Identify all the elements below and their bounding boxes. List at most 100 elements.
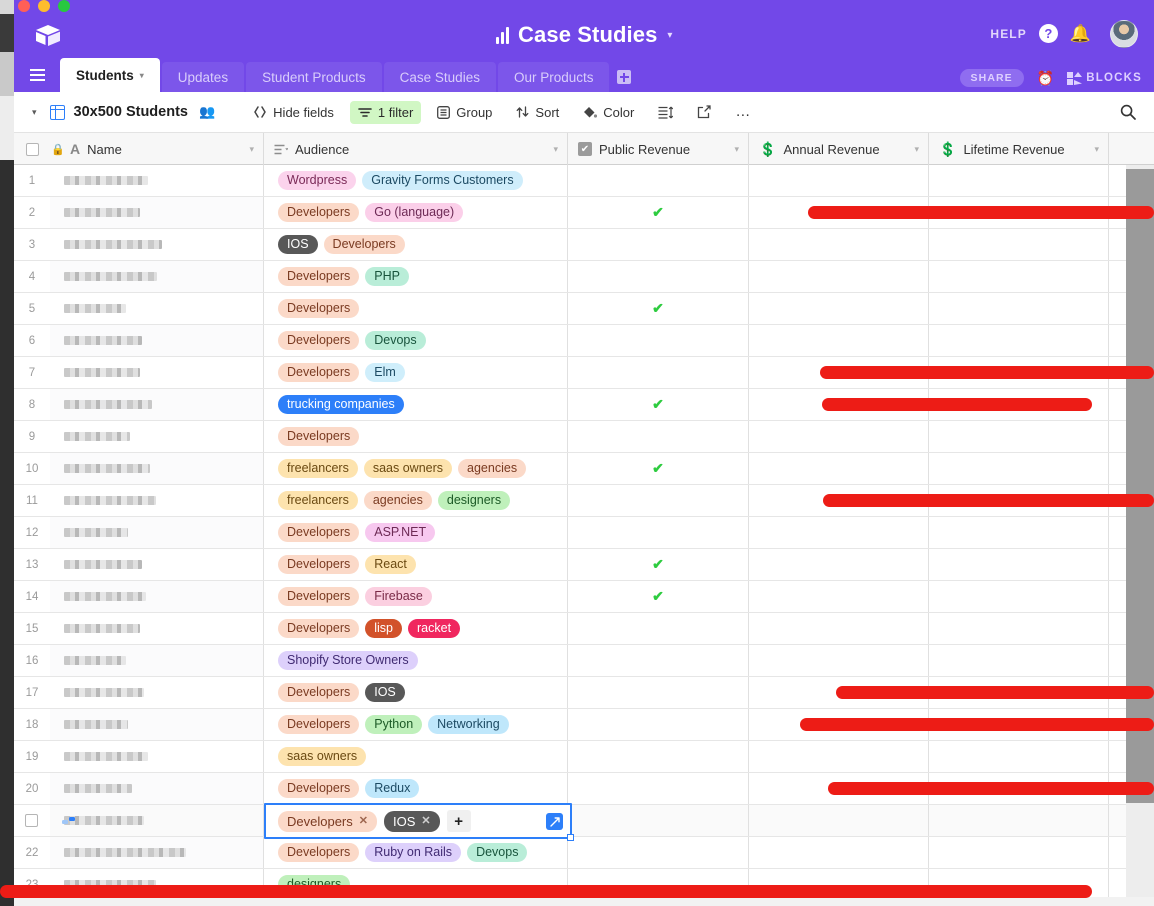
history-clock-icon[interactable]: ⏰	[1037, 70, 1054, 87]
cell-audience[interactable]: Developers IOS	[264, 677, 568, 708]
base-title[interactable]: Case Studies ▾	[14, 22, 1154, 48]
cell-name[interactable]	[50, 421, 264, 452]
cell-lifetime-revenue[interactable]	[929, 293, 1109, 324]
cell-public-revenue[interactable]: ✔	[568, 389, 749, 420]
cell-name[interactable]	[50, 485, 264, 516]
cell-lifetime-revenue[interactable]	[929, 805, 1109, 836]
cell-name[interactable]	[50, 389, 264, 420]
cell-public-revenue[interactable]	[568, 709, 749, 740]
cell-name[interactable]	[50, 165, 264, 196]
cell-annual-revenue[interactable]	[749, 453, 929, 484]
cell-lifetime-revenue[interactable]	[929, 165, 1109, 196]
table-row[interactable]: 1 Wordpress Gravity Forms Customers	[14, 165, 1154, 197]
search-icon[interactable]	[1120, 104, 1136, 124]
cell-annual-revenue[interactable]	[749, 325, 929, 356]
column-header-lifetime-revenue[interactable]: 💲 Lifetime Revenue ▾	[929, 133, 1109, 165]
row-checkbox[interactable]	[25, 814, 38, 827]
cell-annual-revenue[interactable]	[749, 229, 929, 260]
tab-case-studies[interactable]: Case Studies	[383, 62, 496, 92]
more-options-button[interactable]: …	[727, 104, 759, 120]
cell-public-revenue[interactable]	[568, 837, 749, 868]
hamburger-menu-icon[interactable]	[14, 58, 60, 92]
cell-audience[interactable]: Developers Go (language)	[264, 197, 568, 228]
cell-name[interactable]	[50, 197, 264, 228]
cell-public-revenue[interactable]: ✔	[568, 453, 749, 484]
editable-tag[interactable]: IOS ✕	[383, 810, 440, 832]
cell-audience[interactable]: IOS Developers	[264, 229, 568, 260]
cell-name[interactable]	[50, 293, 264, 324]
row-height-button[interactable]	[650, 102, 681, 123]
cell-public-revenue[interactable]: ✔	[568, 549, 749, 580]
editable-tag[interactable]: Developers ✕	[278, 810, 377, 832]
cell-public-revenue[interactable]	[568, 517, 749, 548]
cell-lifetime-revenue[interactable]	[929, 421, 1109, 452]
table-row[interactable]: 14 Developers Firebase ✔	[14, 581, 1154, 613]
cell-annual-revenue[interactable]	[749, 741, 929, 772]
vertical-scrollbar[interactable]	[1126, 169, 1154, 803]
collaborators-icon[interactable]: 👥	[199, 104, 215, 120]
cell-name[interactable]	[50, 517, 264, 548]
cell-public-revenue[interactable]	[568, 677, 749, 708]
cell-audience[interactable]: Developers lisp racket	[264, 613, 568, 644]
chevron-down-icon[interactable]: ▾	[1094, 144, 1099, 155]
cell-public-revenue[interactable]	[568, 229, 749, 260]
cell-public-revenue[interactable]: ✔	[568, 197, 749, 228]
chevron-down-icon[interactable]: ▾	[249, 144, 254, 155]
question-mark-icon[interactable]: ?	[1038, 24, 1058, 43]
cell-name[interactable]	[50, 581, 264, 612]
add-table-button[interactable]	[611, 62, 637, 92]
select-all-checkbox[interactable]	[14, 133, 50, 165]
cell-audience[interactable]: Developers Redux	[264, 773, 568, 804]
cell-annual-revenue[interactable]	[749, 165, 929, 196]
table-row[interactable]: 22 Developers Ruby on Rails Devops	[14, 837, 1154, 869]
cell-lifetime-revenue[interactable]	[929, 581, 1109, 612]
view-name[interactable]: 30x500 Students	[74, 104, 188, 120]
table-row[interactable]: 6 Developers Devops	[14, 325, 1154, 357]
cell-public-revenue[interactable]	[568, 421, 749, 452]
cell-name[interactable]	[50, 549, 264, 580]
cell-audience[interactable]: Developers Firebase	[264, 581, 568, 612]
cell-annual-revenue[interactable]	[749, 645, 929, 676]
cell-audience[interactable]: Developers React	[264, 549, 568, 580]
view-sidebar-toggle-icon[interactable]: ▾	[32, 107, 37, 118]
cell-annual-revenue[interactable]	[749, 581, 929, 612]
minimize-window-button[interactable]	[38, 0, 50, 12]
cell-audience[interactable]: saas owners	[264, 741, 568, 772]
hide-fields-button[interactable]: Hide fields	[245, 101, 342, 124]
cell-name[interactable]	[50, 677, 264, 708]
cell-public-revenue[interactable]	[568, 165, 749, 196]
cell-annual-revenue[interactable]	[749, 517, 929, 548]
cell-public-revenue[interactable]: ✔	[568, 293, 749, 324]
cell-annual-revenue[interactable]	[749, 837, 929, 868]
chevron-down-icon[interactable]: ▾	[667, 30, 672, 41]
table-row[interactable]: 13 Developers React ✔	[14, 549, 1154, 581]
maximize-window-button[interactable]	[58, 0, 70, 12]
cell-audience[interactable]: Developers ASP.NET	[264, 517, 568, 548]
table-row[interactable]: 9 Developers	[14, 421, 1154, 453]
cell-audience[interactable]: Developers Ruby on Rails Devops	[264, 837, 568, 868]
cell-public-revenue[interactable]	[568, 325, 749, 356]
table-row[interactable]: 4 Developers PHP	[14, 261, 1154, 293]
column-header-name[interactable]: 🔒 A Name ▾	[50, 133, 264, 165]
cell-public-revenue[interactable]	[568, 741, 749, 772]
column-header-audience[interactable]: Audience ▾	[264, 133, 568, 165]
cell-public-revenue[interactable]	[568, 773, 749, 804]
chevron-down-icon[interactable]: ▾	[553, 144, 558, 155]
tab-students[interactable]: Students ▾	[60, 58, 160, 92]
fill-handle[interactable]	[567, 834, 574, 841]
cell-name[interactable]	[50, 453, 264, 484]
share-button[interactable]: SHARE	[959, 69, 1024, 87]
tab-our-products[interactable]: Our Products	[497, 62, 610, 92]
cell-lifetime-revenue[interactable]	[929, 837, 1109, 868]
cell-audience[interactable]: Developers Python Networking	[264, 709, 568, 740]
cell-annual-revenue[interactable]	[749, 261, 929, 292]
cell-name[interactable]	[50, 709, 264, 740]
table-row[interactable]: 5 Developers ✔	[14, 293, 1154, 325]
add-tag-button[interactable]: +	[446, 810, 471, 832]
window-traffic-lights[interactable]	[18, 0, 70, 12]
chevron-down-icon[interactable]: ▾	[734, 144, 739, 155]
remove-tag-icon[interactable]: ✕	[421, 815, 430, 827]
cell-public-revenue[interactable]	[568, 357, 749, 388]
tab-student-products[interactable]: Student Products	[246, 62, 382, 92]
cell-annual-revenue[interactable]	[749, 549, 929, 580]
